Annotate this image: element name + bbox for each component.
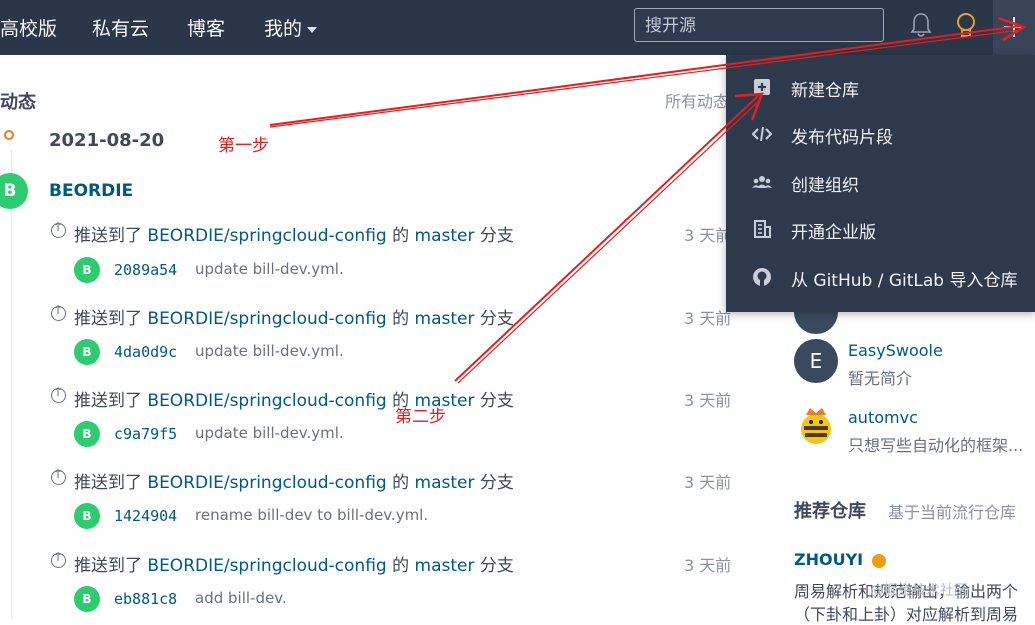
annotation-step1: 第一步 [218, 136, 269, 156]
annotation-step2: 第二步 [395, 407, 446, 427]
arrow-step1-line [269, 25, 1021, 126]
arrow-step2-head [734, 92, 764, 121]
arrow-step1-line-2 [269, 29, 1021, 128]
arrow-step2-line-2 [457, 98, 762, 384]
arrow-step2-line [454, 95, 759, 382]
annotation-arrows [269, 16, 1027, 384]
